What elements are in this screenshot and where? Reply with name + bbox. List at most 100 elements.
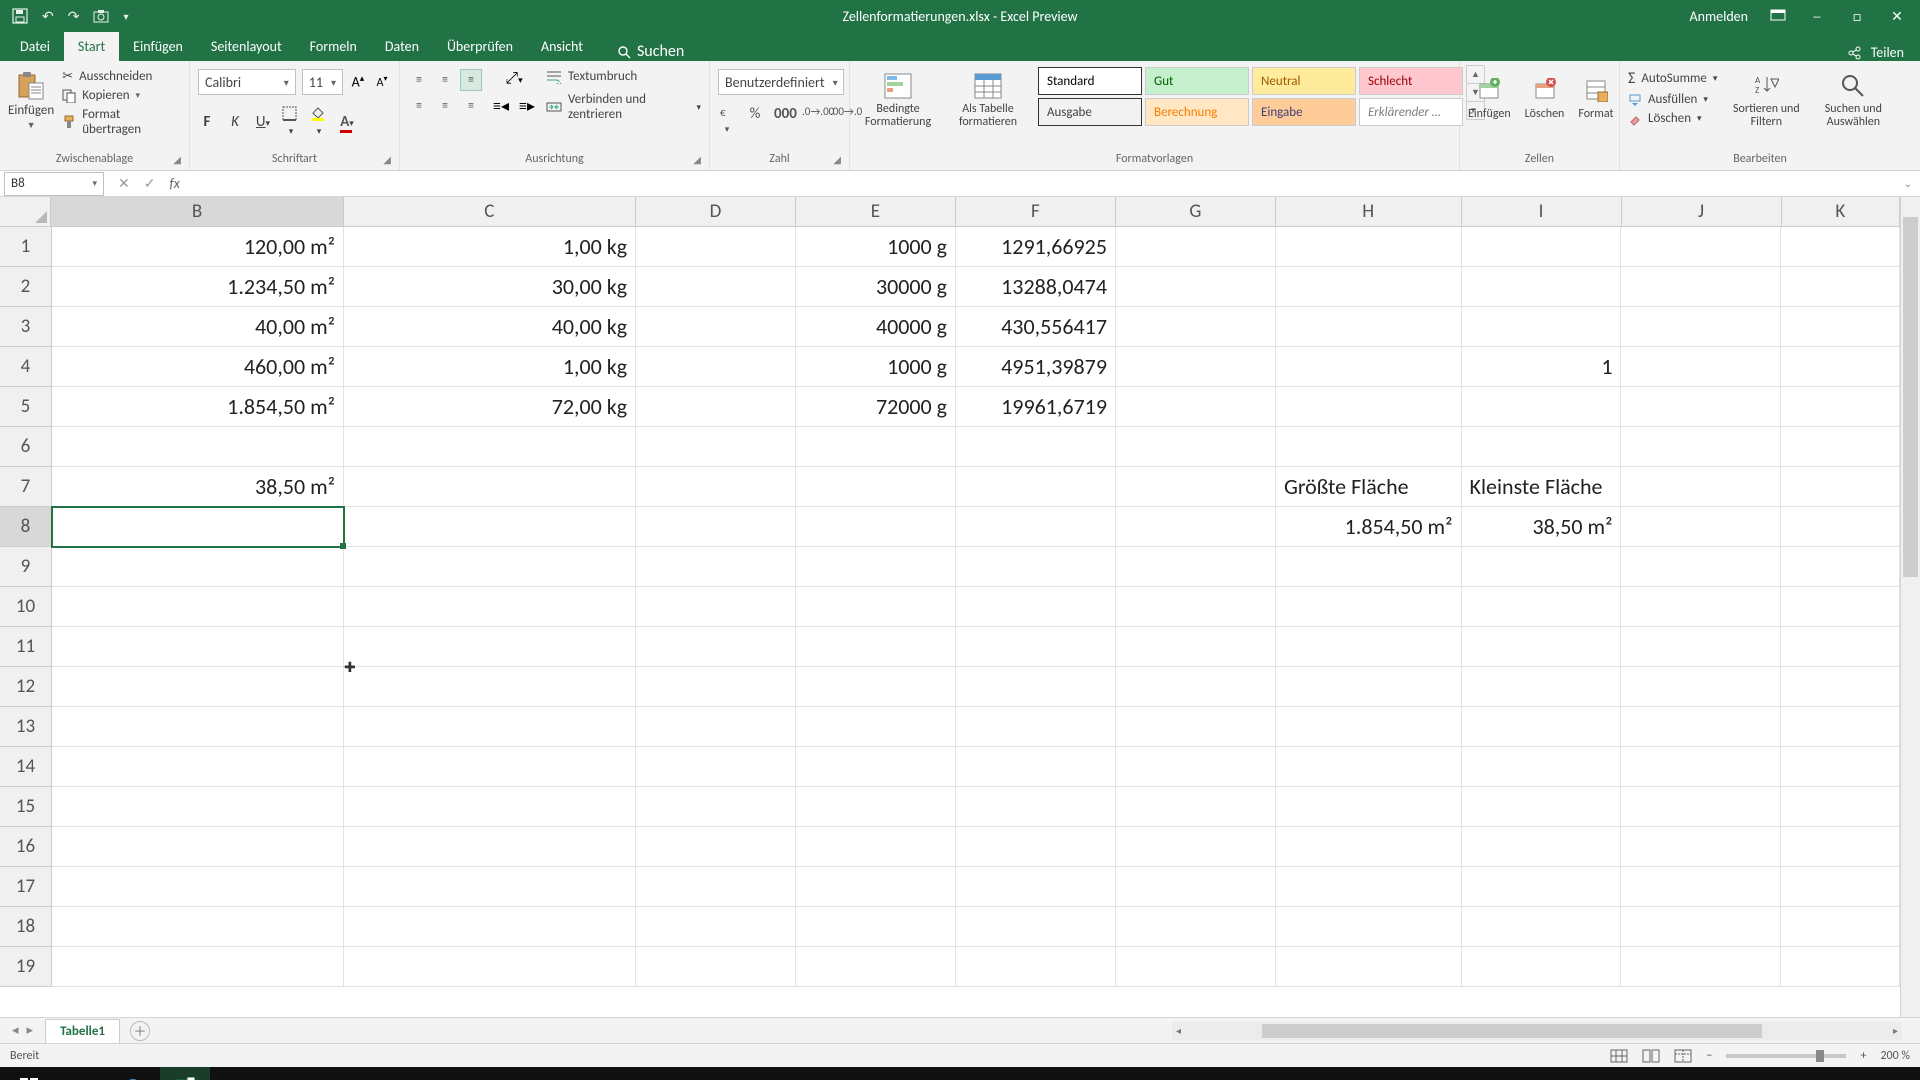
cell-B11[interactable] [52, 627, 344, 667]
cell-G15[interactable] [1116, 787, 1276, 827]
vertical-scrollbar[interactable] [1900, 197, 1920, 1017]
format-cells-button[interactable]: Format [1578, 69, 1613, 121]
row-header-13[interactable]: 13 [0, 707, 52, 747]
cell-I16[interactable] [1462, 827, 1622, 867]
cell-D10[interactable] [636, 587, 796, 627]
row-header-12[interactable]: 12 [0, 667, 52, 707]
comma-icon[interactable]: 000 [774, 105, 792, 137]
cell-D15[interactable] [636, 787, 796, 827]
cell-H12[interactable] [1276, 667, 1462, 707]
cell-K8[interactable] [1781, 507, 1900, 547]
cell-C14[interactable] [344, 747, 636, 787]
file-explorer-button[interactable] [56, 1067, 106, 1080]
cell-J2[interactable] [1621, 267, 1781, 307]
row-header-10[interactable]: 10 [0, 587, 52, 627]
row-header-3[interactable]: 3 [0, 307, 52, 347]
cell-C13[interactable] [344, 707, 636, 747]
cell-D6[interactable] [636, 427, 796, 467]
cell-C3[interactable]: 40,00 kg [344, 307, 636, 347]
undo-icon[interactable]: ↶ [42, 8, 54, 25]
cell-J3[interactable] [1621, 307, 1781, 347]
cell-K10[interactable] [1781, 587, 1900, 627]
cell-G7[interactable] [1116, 467, 1276, 507]
cell-K14[interactable] [1781, 747, 1900, 787]
cell-E7[interactable] [796, 467, 956, 507]
cell-C19[interactable] [344, 947, 636, 987]
cell-E8[interactable] [796, 507, 956, 547]
cell-J8[interactable] [1621, 507, 1781, 547]
dialog-launcher-icon[interactable]: ◢ [693, 153, 701, 166]
cell-E16[interactable] [796, 827, 956, 867]
cell-H11[interactable] [1276, 627, 1462, 667]
cell-E19[interactable] [796, 947, 956, 987]
cell-C6[interactable] [344, 427, 636, 467]
font-size-combo[interactable]: 11▾ [302, 69, 343, 95]
cell-F14[interactable] [956, 747, 1116, 787]
sheet-nav-prev-icon[interactable]: ◂ [12, 1023, 19, 1038]
row-header-8[interactable]: 8 [0, 507, 52, 547]
edge-button[interactable] [108, 1067, 158, 1080]
cell-G18[interactable] [1116, 907, 1276, 947]
cell-I15[interactable] [1462, 787, 1622, 827]
cell-B3[interactable]: 40,00 m² [52, 307, 344, 347]
cell-D16[interactable] [636, 827, 796, 867]
number-format-combo[interactable]: Benutzerdefiniert▾ [718, 69, 844, 95]
cell-B9[interactable] [52, 547, 344, 587]
maximize-icon[interactable]: □ [1848, 8, 1866, 25]
merge-button[interactable]: Verbinden und zentrieren▾ [546, 92, 701, 122]
cell-D11[interactable] [636, 627, 796, 667]
cell-I4[interactable]: 1 [1462, 347, 1622, 387]
cell-F1[interactable]: 1291,66925 [956, 227, 1116, 267]
cell-B8[interactable] [52, 507, 344, 547]
sheet-nav-next-icon[interactable]: ▸ [27, 1023, 34, 1038]
cell-G8[interactable] [1116, 507, 1276, 547]
cell-B18[interactable] [52, 907, 344, 947]
cell-E15[interactable] [796, 787, 956, 827]
find-select-button[interactable]: Suchen und Auswählen [1815, 65, 1891, 129]
fill-button[interactable]: Ausfüllen▾ [1628, 92, 1717, 107]
cell-G12[interactable] [1116, 667, 1276, 707]
cell-K2[interactable] [1781, 267, 1900, 307]
cell-H10[interactable] [1276, 587, 1462, 627]
zoom-out-icon[interactable]: − [1706, 1049, 1712, 1063]
cell-J5[interactable] [1621, 387, 1781, 427]
cell-D18[interactable] [636, 907, 796, 947]
dialog-launcher-icon[interactable]: ◢ [383, 153, 391, 166]
cell-J7[interactable] [1621, 467, 1781, 507]
cell-G2[interactable] [1116, 267, 1276, 307]
cell-K11[interactable] [1781, 627, 1900, 667]
normal-view-icon[interactable] [1610, 1049, 1628, 1063]
cell-B13[interactable] [52, 707, 344, 747]
minimize-icon[interactable]: ─ [1808, 8, 1826, 25]
fill-color-icon[interactable]: ▾ [310, 105, 328, 139]
cell-E6[interactable] [796, 427, 956, 467]
qat-customize-icon[interactable]: ▾ [123, 10, 128, 23]
cell-B14[interactable] [52, 747, 344, 787]
dialog-launcher-icon[interactable]: ◢ [833, 153, 841, 166]
underline-icon[interactable]: U▾ [254, 113, 272, 131]
cell-F4[interactable]: 4951,39879 [956, 347, 1116, 387]
cell-C2[interactable]: 30,00 kg [344, 267, 636, 307]
cell-J17[interactable] [1621, 867, 1781, 907]
cell-E3[interactable]: 40000 g [796, 307, 956, 347]
scroll-right-icon[interactable]: ▸ [1893, 1024, 1898, 1037]
cell-H16[interactable] [1276, 827, 1462, 867]
cell-J11[interactable] [1621, 627, 1781, 667]
cell-J1[interactable] [1621, 227, 1781, 267]
cell-B4[interactable]: 460,00 m² [52, 347, 344, 387]
scroll-thumb[interactable] [1903, 217, 1918, 577]
cell-style-berechnung[interactable]: Berechnung [1145, 98, 1249, 126]
cell-F7[interactable] [956, 467, 1116, 507]
cell-H4[interactable] [1276, 347, 1462, 387]
align-middle-icon[interactable]: ≡ [434, 69, 456, 91]
cell-J4[interactable] [1621, 347, 1781, 387]
cell-H1[interactable] [1276, 227, 1462, 267]
enter-formula-icon[interactable]: ✓ [144, 175, 156, 192]
cell-C11[interactable] [344, 627, 636, 667]
cell-B15[interactable] [52, 787, 344, 827]
delete-cells-button[interactable]: Löschen [1525, 69, 1565, 121]
tab-start[interactable]: Start [64, 32, 119, 61]
cell-K16[interactable] [1781, 827, 1900, 867]
cell-style-neutral[interactable]: Neutral [1252, 67, 1356, 95]
align-right-icon[interactable]: ≡ [460, 95, 482, 117]
